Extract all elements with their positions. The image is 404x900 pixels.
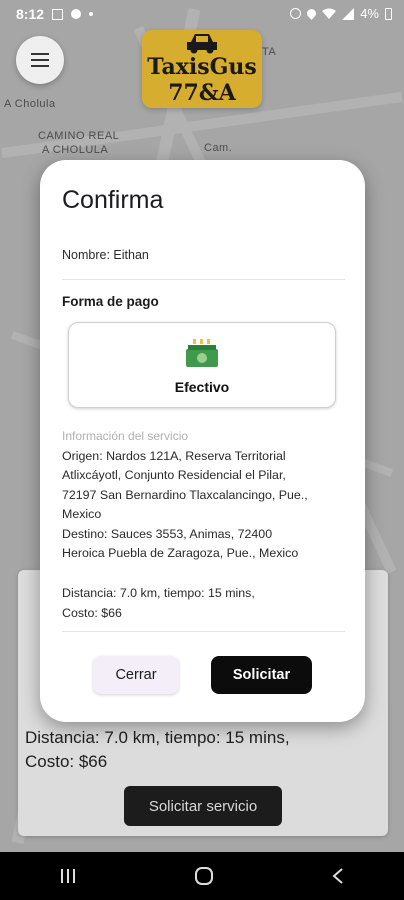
home-icon[interactable]: [194, 866, 214, 886]
dot-icon: [89, 12, 94, 16]
menu-button[interactable]: [16, 36, 64, 84]
origin-line: Mexico: [62, 507, 102, 521]
gallery-icon: [52, 8, 64, 20]
battery-level: 4%: [360, 6, 379, 21]
cost-line: Costo: $66: [62, 606, 122, 620]
payment-method-label: Efectivo: [174, 379, 230, 395]
record-icon: [71, 9, 82, 19]
origin-line: 72197 San Bernardino Tlaxcalancingo, Pue…: [62, 488, 308, 502]
app-logo: TaxisGus 77&A: [142, 30, 262, 108]
divider: [62, 279, 345, 280]
status-bar: 8:12 4%: [0, 0, 404, 30]
status-time: 8:12: [16, 6, 45, 22]
destination-line: Destino: Sauces 3553, Animas, 72400: [62, 527, 273, 541]
origin-line: Origen: Nardos 121A, Reserva Territorial: [62, 449, 286, 463]
back-icon[interactable]: [331, 867, 345, 885]
battery-icon: [385, 7, 392, 20]
service-info-heading: Información del servicio: [62, 429, 189, 443]
close-button[interactable]: Cerrar: [93, 656, 179, 694]
payment-option-cash[interactable]: Efectivo: [68, 322, 336, 408]
ride-distance-text: Distancia: 7.0 km, tiempo: 15 mins,: [25, 728, 290, 747]
menu-icon: [31, 53, 49, 67]
divider: [62, 631, 345, 632]
cash-icon: [186, 339, 218, 367]
ride-cost-text: Costo: $66: [25, 752, 108, 771]
request-button[interactable]: Solicitar: [211, 656, 312, 694]
confirm-dialog: Confirma Nombre: Eithan Forma de pago Ef…: [40, 160, 365, 722]
passenger-name: Nombre: Eithan: [62, 248, 149, 262]
signal-icon: [342, 7, 355, 20]
logo-text: TaxisGus: [147, 54, 257, 80]
wifi-icon: [322, 8, 337, 19]
alarm-icon: [290, 8, 302, 19]
destination-line: Heroica Puebla de Zaragoza, Pue., Mexico: [62, 546, 299, 560]
request-service-button[interactable]: Solicitar servicio: [124, 786, 282, 826]
recent-apps-icon[interactable]: [59, 868, 77, 884]
taxi-car-icon: [187, 34, 217, 54]
origin-line: Atlixcáyotl, Conjunto Residencial el Pil…: [62, 468, 286, 482]
dialog-title: Confirma: [62, 186, 164, 214]
distance-line: Distancia: 7.0 km, tiempo: 15 mins,: [62, 586, 255, 600]
payment-heading: Forma de pago: [62, 294, 159, 309]
location-icon: [305, 7, 319, 20]
logo-number: 77&A: [168, 80, 236, 106]
system-nav-bar: [0, 852, 404, 900]
